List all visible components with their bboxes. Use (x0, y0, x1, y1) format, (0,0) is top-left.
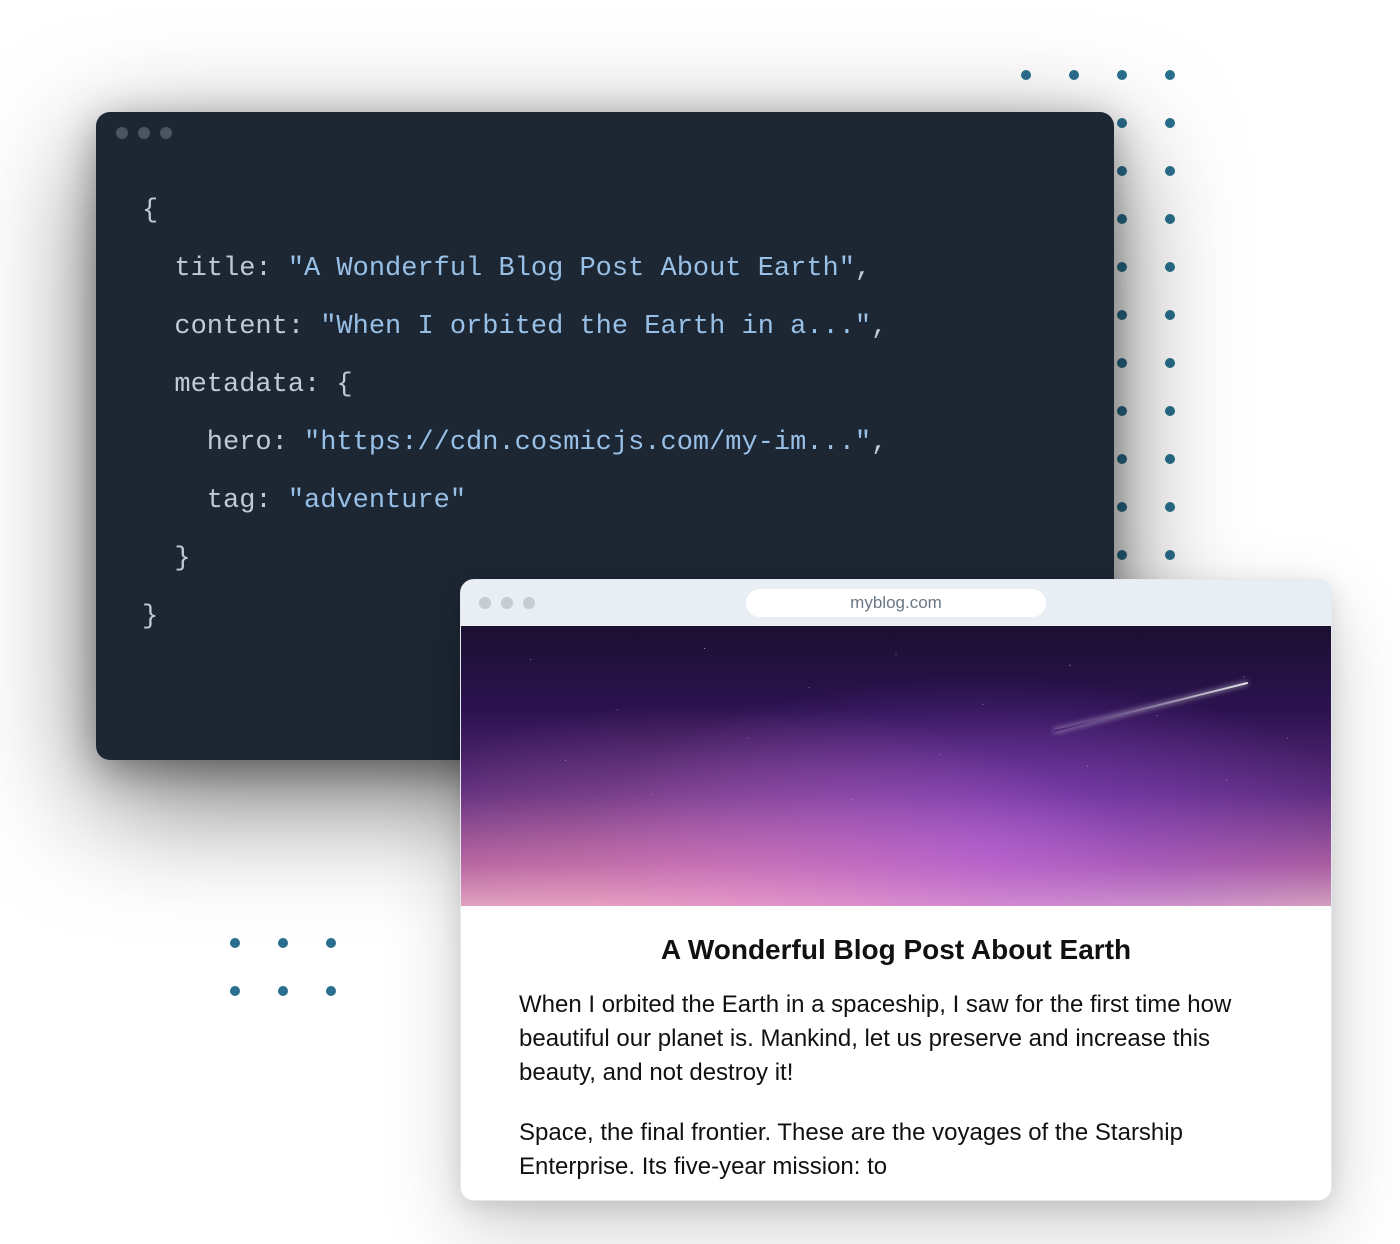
code-line-2-key: title: (142, 254, 288, 284)
code-line-3-string: "When I orbited the Earth in a..." (320, 312, 871, 342)
code-window-titlebar (96, 112, 1114, 154)
code-line-6-string: "adventure" (288, 486, 466, 516)
browser-window: myblog.com A Wonderful Blog Post About E… (460, 579, 1332, 1201)
traffic-light-zoom-icon (523, 597, 535, 609)
blog-paragraph-2: Space, the final frontier. These are the… (519, 1116, 1273, 1184)
blog-paragraph-1: When I orbited the Earth in a spaceship,… (519, 988, 1273, 1090)
blog-title: A Wonderful Blog Post About Earth (519, 934, 1273, 966)
code-line-3-comma: , (871, 312, 887, 342)
address-bar-url: myblog.com (850, 593, 942, 613)
hero-image (461, 626, 1331, 906)
code-line-7: } (142, 544, 191, 574)
code-content: { title: "A Wonderful Blog Post About Ea… (96, 154, 1114, 646)
traffic-light-zoom-icon (160, 127, 172, 139)
code-line-5-string: "https://cdn.cosmicjs.com/my-im..." (304, 428, 871, 458)
browser-titlebar: myblog.com (461, 580, 1331, 626)
traffic-light-close-icon (116, 127, 128, 139)
code-line-1: { (142, 196, 158, 226)
code-line-8: } (142, 602, 158, 632)
decorative-dots-left (230, 938, 336, 996)
traffic-light-minimize-icon (138, 127, 150, 139)
code-line-2-comma: , (855, 254, 871, 284)
blog-content: A Wonderful Blog Post About Earth When I… (461, 906, 1331, 1184)
traffic-light-close-icon (479, 597, 491, 609)
code-line-6-key: tag: (142, 486, 288, 516)
traffic-light-minimize-icon (501, 597, 513, 609)
code-line-4: metadata: { (142, 370, 353, 400)
code-line-3-key: content: (142, 312, 320, 342)
code-line-5-key: hero: (142, 428, 304, 458)
address-bar[interactable]: myblog.com (746, 589, 1046, 617)
code-line-5-comma: , (871, 428, 887, 458)
code-line-2-string: "A Wonderful Blog Post About Earth" (288, 254, 855, 284)
